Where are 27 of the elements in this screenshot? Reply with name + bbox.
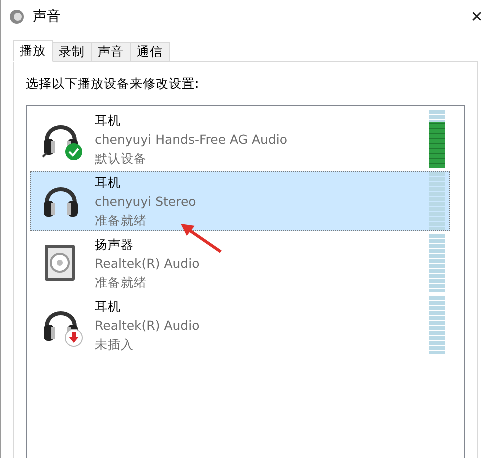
device-row[interactable]: 耳机 chenyuyi Stereo 准备就绪 xyxy=(30,171,450,231)
device-name: 耳机 xyxy=(95,298,121,316)
device-name: 扬声器 xyxy=(95,236,134,254)
level-meter xyxy=(429,172,445,230)
tab[interactable]: 声音 xyxy=(91,42,131,62)
device-description: Realtek(R) Audio xyxy=(95,316,200,334)
device-description: chenyuyi Stereo xyxy=(95,192,196,210)
level-meter xyxy=(429,296,445,354)
device-description: Realtek(R) Audio xyxy=(95,254,200,272)
device-name: 耳机 xyxy=(95,174,121,192)
device-status: 默认设备 xyxy=(95,150,147,168)
device-status: 未插入 xyxy=(95,336,134,354)
window-title: 声音 xyxy=(33,8,62,26)
device-row[interactable]: 耳机 Realtek(R) Audio 未插入 xyxy=(30,295,450,355)
device-row[interactable]: 耳机 chenyuyi Hands-Free AG Audio 默认设备 xyxy=(30,109,450,169)
tab[interactable]: 播放 xyxy=(13,40,53,62)
level-meter xyxy=(429,234,445,292)
tab[interactable]: 录制 xyxy=(52,42,92,62)
close-button[interactable]: ✕ xyxy=(454,0,500,34)
device-description: chenyuyi Hands-Free AG Audio xyxy=(95,130,288,148)
device-name: 耳机 xyxy=(95,112,121,130)
device-row[interactable]: 扬声器 Realtek(R) Audio 准备就绪 xyxy=(30,233,450,293)
device-status: 准备就绪 xyxy=(95,212,147,230)
device-status: 准备就绪 xyxy=(95,274,147,292)
speaker-icon xyxy=(9,9,25,25)
instruction-text: 选择以下播放设备来修改设置: xyxy=(26,76,200,93)
tab[interactable]: 通信 xyxy=(130,42,170,62)
